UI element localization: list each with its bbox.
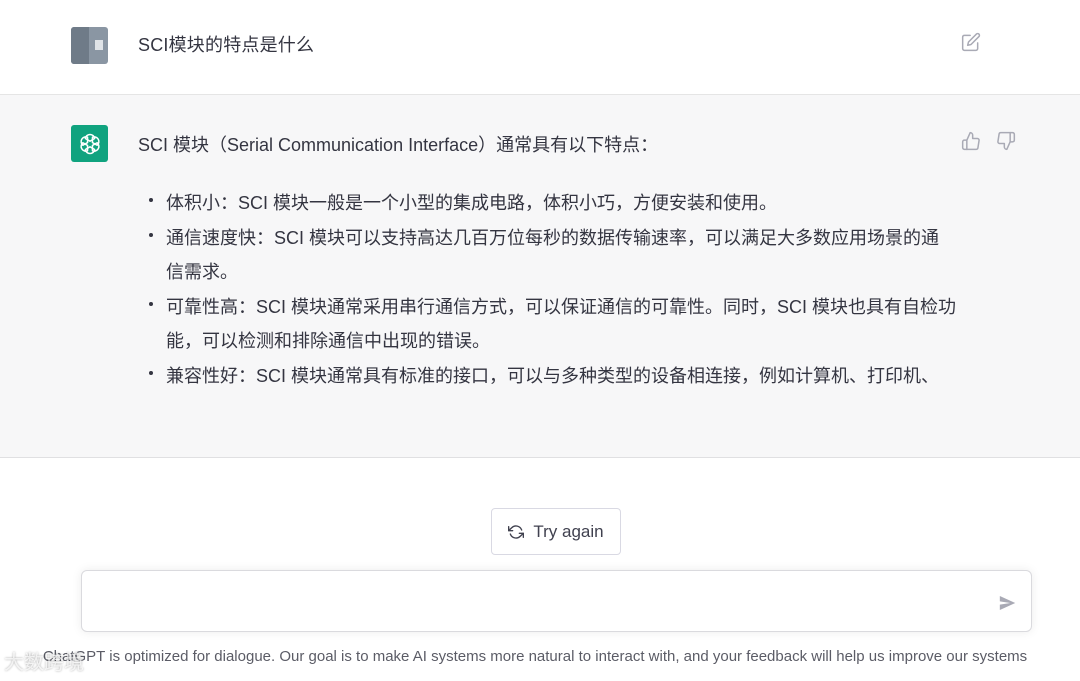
user-message-row: SCI模块的特点是什么 — [0, 0, 1080, 95]
assistant-intro-text: SCI 模块（Serial Communication Interface）通常… — [138, 135, 659, 155]
watermark: 大数跨境 — [4, 646, 84, 675]
openai-logo-icon — [79, 133, 100, 154]
try-again-label: Try again — [533, 521, 604, 541]
thumbs-down-icon[interactable] — [996, 131, 1016, 151]
edit-icon[interactable] — [961, 32, 981, 52]
footer-disclaimer: ChatGPT is optimized for dialogue. Our g… — [0, 648, 1080, 668]
try-again-button[interactable]: Try again — [491, 508, 621, 555]
refresh-icon — [508, 524, 525, 539]
user-avatar — [71, 27, 108, 64]
feature-list: 体积小：SCI 模块一般是一个小型的集成电路，体积小巧，方便安装和使用。 通信速… — [149, 186, 956, 394]
list-item: 体积小：SCI 模块一般是一个小型的集成电路，体积小巧，方便安装和使用。 — [149, 186, 956, 221]
footer-text: ChatGPT is optimized for dialogue. Our g… — [42, 648, 1028, 665]
send-icon[interactable] — [996, 593, 1018, 613]
message-composer — [81, 570, 1032, 632]
user-message-text: SCI模块的特点是什么 — [138, 35, 315, 55]
list-item: 兼容性好：SCI 模块通常具有标准的接口，可以与多种类型的设备相连接，例如计算机… — [149, 359, 956, 394]
message-input[interactable] — [98, 589, 978, 615]
list-item: 可靠性高：SCI 模块通常采用串行通信方式，可以保证通信的可靠性。同时，SCI … — [149, 290, 956, 359]
assistant-message-row: SCI 模块（Serial Communication Interface）通常… — [0, 95, 1080, 458]
assistant-avatar — [71, 125, 108, 162]
list-item: 通信速度快：SCI 模块可以支持高达几百万位每秒的数据传输速率，可以满足大多数应… — [149, 221, 956, 290]
watermark-text: 大数跨境 — [4, 652, 84, 674]
thumbs-up-icon[interactable] — [961, 131, 981, 151]
